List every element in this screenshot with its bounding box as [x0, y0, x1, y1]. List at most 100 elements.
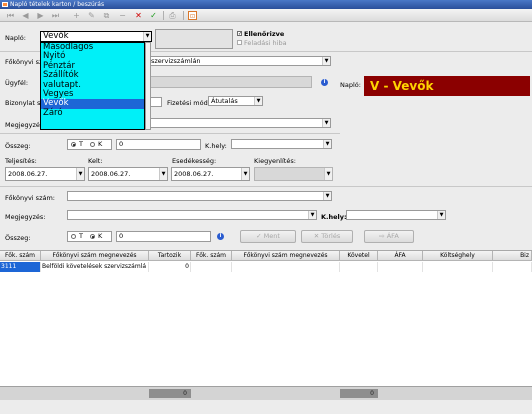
chevron-down-icon[interactable]: ▼: [322, 57, 330, 65]
khely2-select[interactable]: ▼: [346, 210, 446, 220]
kiegyenlites-label: Kiegyenlítés:: [254, 157, 296, 165]
confirm-icon[interactable]: ✓: [148, 10, 159, 21]
table-cell: [493, 262, 532, 272]
naplo-select[interactable]: Vevők ▼: [40, 31, 152, 42]
naplo-right-label: Napló:: [340, 81, 361, 89]
ellenorizve-checkbox[interactable]: ✓: [237, 31, 242, 37]
khely-select[interactable]: ▼: [231, 139, 332, 149]
dropdown-scrollbar[interactable]: [145, 42, 151, 130]
prev-icon[interactable]: ◀: [20, 10, 31, 21]
fokonyvi-select[interactable]: szervizszámlán ▼: [148, 56, 331, 66]
fokonyvi2-select[interactable]: ▼: [67, 191, 332, 201]
toolbar-separator: [163, 11, 164, 20]
edit-icon[interactable]: ✎: [86, 10, 97, 21]
naplo-dropdown-list[interactable]: Másodlagos Nyitó Pénztár Szállítók valut…: [40, 42, 145, 130]
chevron-down-icon[interactable]: ▼: [76, 168, 84, 180]
info-icon[interactable]: i: [321, 79, 328, 86]
col-header[interactable]: Költséghely: [423, 251, 493, 261]
radio-t[interactable]: [71, 142, 76, 147]
chevron-down-icon[interactable]: ▼: [323, 192, 331, 200]
osszeg2-input[interactable]: 0: [116, 231, 211, 242]
fizetesi-mod-label: Fizetési mód:: [167, 99, 210, 107]
kiegyenlites-date[interactable]: ▼: [254, 167, 333, 181]
table-cell: Belföldi követelések szervizszámlá: [41, 262, 149, 272]
sum-kovetel: 0: [340, 389, 378, 398]
radio-t-label: T: [79, 140, 83, 148]
table-cell: [232, 262, 340, 272]
naplo-select-value: Vevők: [43, 31, 69, 41]
ugyfel-field[interactable]: [148, 76, 312, 88]
fizetesi-mod-select[interactable]: Átutalás ▼: [208, 96, 263, 106]
window-title-bar: Napló tételek karton / beszúrás: [0, 0, 532, 9]
col-header[interactable]: Fők. szám: [191, 251, 232, 261]
chevron-down-icon[interactable]: ▼: [241, 168, 249, 180]
chevron-down-icon[interactable]: ▼: [143, 32, 151, 41]
osszeg-tk-box: T K: [67, 139, 112, 150]
fokonyvi2-label: Főkönyvi szám:: [5, 194, 55, 202]
esedekesseg-value: 2008.06.27.: [174, 170, 214, 178]
naplo-label: Napló:: [5, 34, 26, 42]
divider: [0, 133, 340, 134]
naplo-extra-field[interactable]: [155, 29, 233, 49]
radio2-t[interactable]: [71, 234, 76, 239]
feladasi-hiba-checkbox[interactable]: [237, 40, 242, 45]
table-cell: [191, 262, 232, 272]
delete-icon[interactable]: −: [117, 10, 128, 21]
table-cell: [423, 262, 493, 272]
col-header[interactable]: ÁFA: [378, 251, 423, 261]
status-bar: [0, 400, 532, 414]
window-title: Napló tételek karton / beszúrás: [10, 1, 105, 8]
khely2-label: K.hely:: [321, 213, 347, 221]
afa-button[interactable]: ⇨ ÁFA: [364, 230, 414, 243]
esedekesseg-label: Esedékesség:: [172, 157, 217, 165]
chevron-down-icon[interactable]: ▼: [159, 168, 167, 180]
insert-icon[interactable]: +: [71, 10, 82, 21]
chevron-down-icon[interactable]: ▼: [322, 119, 330, 127]
last-icon[interactable]: ⏭: [50, 10, 61, 21]
ellenorizve-label: Ellenőrizve: [244, 30, 285, 38]
teljesites-date[interactable]: 2008.06.27. ▼: [5, 167, 85, 181]
megjegyzes2-select[interactable]: ▼: [67, 210, 317, 220]
chevron-down-icon[interactable]: ▼: [437, 211, 445, 219]
kelt-date[interactable]: 2008.06.27. ▼: [88, 167, 168, 181]
radio2-k[interactable]: [90, 234, 95, 239]
naplo-badge: V - Vevők: [364, 76, 530, 96]
next-icon[interactable]: ▶: [35, 10, 46, 21]
print-icon[interactable]: ⎙: [167, 10, 178, 21]
delete-button[interactable]: ✕ Törlés: [301, 230, 353, 243]
table-cell: 3111: [0, 262, 41, 272]
col-header[interactable]: Biz: [493, 251, 532, 261]
grid-footer: 0 0: [0, 386, 532, 400]
chevron-down-icon[interactable]: ▼: [254, 97, 262, 105]
table-cell: [378, 262, 423, 272]
col-header[interactable]: Követel: [340, 251, 378, 261]
osszeg-input[interactable]: 0: [116, 139, 201, 150]
chevron-down-icon[interactable]: ▼: [308, 211, 316, 219]
col-header[interactable]: Fők. szám: [0, 251, 41, 261]
copy-icon[interactable]: ⧉: [101, 10, 112, 21]
toolbar: ⏮ ◀ ▶ ⏭ + ✎ ⧉ − ✕ ✓ ⎙ ⊡: [0, 9, 532, 22]
kelt-label: Kelt:: [88, 157, 103, 165]
dropdown-option[interactable]: Záró: [41, 108, 144, 118]
osszeg2-label: Összeg:: [5, 234, 31, 242]
info-icon[interactable]: i: [217, 233, 224, 240]
chevron-down-icon[interactable]: ▼: [323, 140, 331, 148]
chevron-down-icon[interactable]: ▼: [324, 168, 332, 180]
col-header[interactable]: Tartozik: [149, 251, 191, 261]
cancel-icon[interactable]: ✕: [133, 10, 144, 21]
megjegyzes-select[interactable]: ▼: [148, 118, 331, 128]
radio2-t-label: T: [79, 232, 83, 240]
radio-k[interactable]: [90, 142, 95, 147]
tetelek-grid[interactable]: Fők. szám Főkönyvi szám megnevezés Tarto…: [0, 250, 532, 386]
esedekesseg-date[interactable]: 2008.06.27. ▼: [171, 167, 250, 181]
table-cell: [340, 262, 378, 272]
col-header[interactable]: Főkönyvi szám megnevezés: [232, 251, 340, 261]
col-header[interactable]: Főkönyvi szám megnevezés: [41, 251, 149, 261]
table-cell: 0: [149, 262, 191, 272]
save-button[interactable]: ✓ Ment: [240, 230, 296, 243]
megjegyzes2-label: Megjegyzés:: [5, 213, 46, 221]
exit-icon[interactable]: ⊡: [188, 11, 197, 20]
first-icon[interactable]: ⏮: [5, 10, 16, 21]
khely-label: K.hely:: [205, 142, 227, 150]
sum-tartozik: 0: [149, 389, 191, 398]
